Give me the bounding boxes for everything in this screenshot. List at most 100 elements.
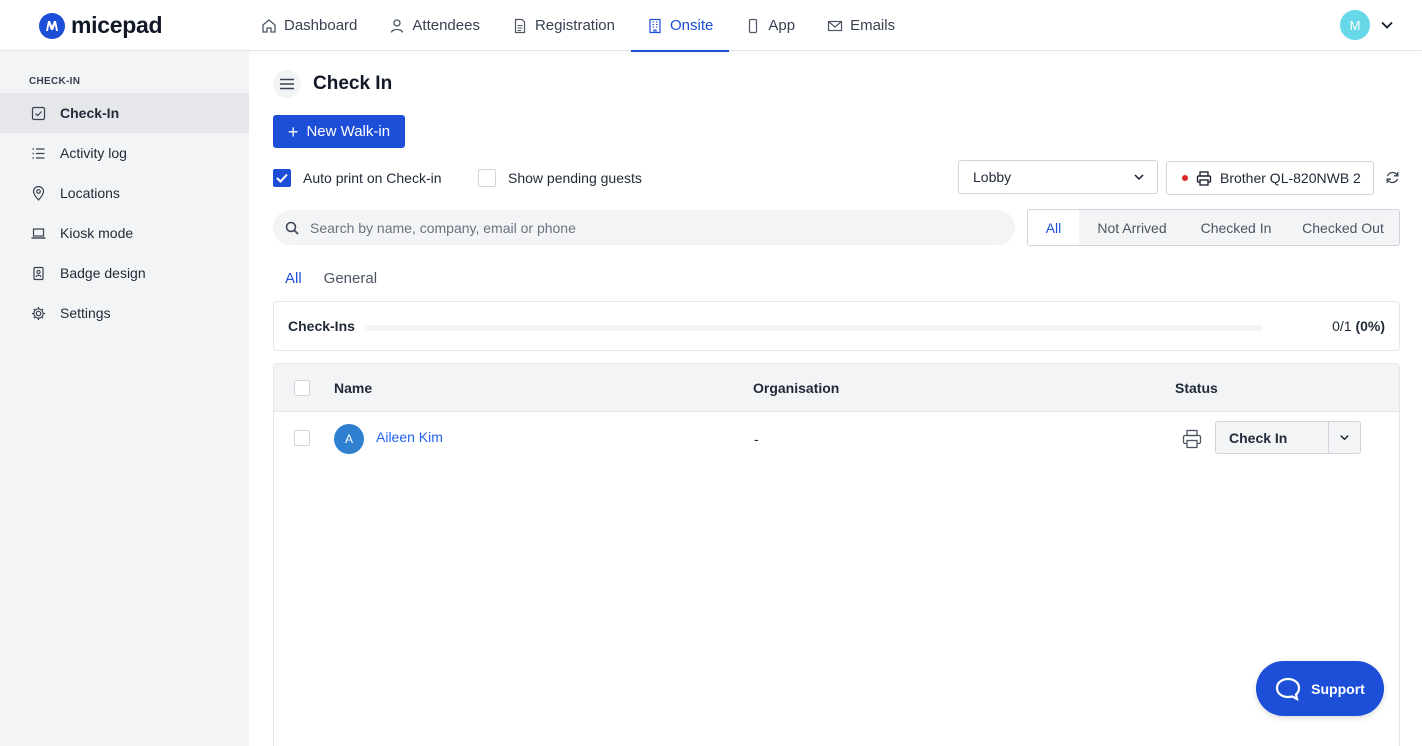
badge-icon	[33, 266, 44, 280]
auto-print-label: Auto print on Check-in	[303, 170, 442, 186]
nav-emails[interactable]: Emails	[811, 0, 911, 51]
nav-app-label: App	[768, 17, 796, 34]
select-all-checkbox[interactable]	[294, 380, 310, 396]
sidebar-item-badge-design[interactable]: Badge design	[0, 253, 249, 293]
chat-bubble-icon	[1276, 677, 1301, 701]
nav-attendees-label: Attendees	[412, 17, 480, 34]
sidebar-item-label: Badge design	[60, 265, 146, 281]
user-icon	[391, 18, 404, 33]
sidebar-item-label: Activity log	[60, 145, 127, 161]
check-in-split-button: Check In	[1215, 421, 1361, 454]
top-navbar: micepad Dashboard Attendees Registration…	[0, 0, 1422, 52]
nav-registration-label: Registration	[534, 17, 615, 34]
home-icon	[262, 18, 276, 33]
checkins-progress-card: Check-Ins 0/1 (0%)	[273, 301, 1400, 351]
nav-dashboard[interactable]: Dashboard	[245, 0, 373, 51]
check-in-dropdown-toggle[interactable]	[1329, 422, 1360, 453]
plus-icon: +	[287, 121, 299, 142]
nav-attendees[interactable]: Attendees	[373, 0, 496, 51]
auto-print-option[interactable]: Auto print on Check-in	[273, 169, 442, 187]
search-bar[interactable]	[273, 210, 1015, 245]
tab-general[interactable]: General	[324, 270, 377, 287]
check-icon	[276, 173, 288, 183]
progress-count-value: 0/1	[1332, 318, 1352, 334]
ticket-type-tabs: All General	[285, 270, 377, 287]
location-pin-icon	[32, 185, 45, 201]
list-icon	[32, 147, 45, 159]
attendee-organisation: -	[754, 431, 759, 447]
show-pending-label: Show pending guests	[508, 170, 642, 186]
nav-registration[interactable]: Registration	[496, 0, 631, 51]
progress-bar	[364, 325, 1262, 331]
user-avatar[interactable]: M	[1340, 10, 1370, 40]
progress-percent: (0%)	[1355, 318, 1385, 334]
tab-all[interactable]: All	[285, 270, 302, 287]
status-filter-group: All Not Arrived Checked In Checked Out	[1027, 209, 1400, 246]
sidebar-item-settings[interactable]: Settings	[0, 293, 249, 333]
sidebar-item-check-in[interactable]: Check-In	[0, 93, 249, 133]
phone-icon	[749, 18, 758, 33]
check-square-icon	[31, 106, 46, 120]
print-badge-icon[interactable]	[1182, 429, 1202, 449]
column-header-status[interactable]: Status	[1175, 380, 1218, 396]
progress-count: 0/1 (0%)	[1332, 318, 1385, 334]
attendee-name-link[interactable]: Aileen Kim	[376, 429, 443, 445]
sidebar-item-label: Kiosk mode	[60, 225, 134, 241]
column-header-organisation[interactable]: Organisation	[753, 380, 839, 396]
gear-icon	[32, 306, 45, 320]
location-select-value: Lobby	[973, 169, 1012, 185]
micepad-logo[interactable]: micepad	[39, 12, 163, 39]
menu-toggle-button[interactable]	[273, 70, 301, 98]
main-nav: Dashboard Attendees Registration Onsite …	[245, 0, 911, 52]
row-checkbox[interactable]	[294, 430, 310, 446]
page-title: Check In	[313, 73, 393, 94]
search-input[interactable]	[310, 219, 910, 236]
building-icon	[649, 18, 661, 33]
sidebar-item-label: Settings	[60, 305, 111, 321]
printer-label: Brother QL-820NWB 2	[1220, 170, 1361, 186]
nav-onsite[interactable]: Onsite	[631, 0, 730, 52]
hamburger-icon	[280, 78, 294, 90]
chevron-down-icon	[1134, 174, 1144, 181]
printer-icon	[1196, 170, 1212, 186]
sidebar-item-locations[interactable]: Locations	[0, 173, 249, 213]
filter-checked-in[interactable]: Checked In	[1185, 210, 1287, 245]
chevron-down-icon[interactable]	[1380, 18, 1394, 32]
nav-emails-label: Emails	[850, 17, 896, 34]
filter-all[interactable]: All	[1028, 210, 1079, 245]
refresh-icon[interactable]	[1385, 170, 1400, 185]
auto-print-checkbox[interactable]	[273, 169, 291, 187]
show-pending-checkbox[interactable]	[478, 169, 496, 187]
support-label: Support	[1311, 680, 1365, 697]
laptop-icon	[31, 227, 46, 239]
progress-label: Check-Ins	[288, 318, 355, 334]
document-icon	[514, 18, 526, 33]
column-header-name[interactable]: Name	[334, 380, 372, 396]
show-pending-option[interactable]: Show pending guests	[478, 169, 642, 187]
sidebar-item-label: Check-In	[60, 105, 120, 121]
printer-selector-button[interactable]: Brother QL-820NWB 2	[1166, 161, 1374, 195]
support-button[interactable]: Support	[1256, 661, 1384, 716]
sidebar: CHECK-IN Check-In Activity log Locations…	[0, 51, 249, 746]
new-walkin-label: New Walk-in	[306, 123, 391, 140]
sidebar-item-activity-log[interactable]: Activity log	[0, 133, 249, 173]
new-walkin-button[interactable]: + New Walk-in	[273, 115, 405, 148]
sidebar-item-kiosk-mode[interactable]: Kiosk mode	[0, 213, 249, 253]
printer-status-dot	[1182, 175, 1188, 181]
filter-checked-out[interactable]: Checked Out	[1287, 210, 1399, 245]
location-select[interactable]: Lobby	[958, 160, 1158, 194]
nav-onsite-label: Onsite	[670, 17, 714, 34]
mail-icon	[827, 20, 843, 31]
attendee-avatar: A	[334, 424, 364, 454]
micepad-logo-icon	[39, 12, 65, 39]
table-header: Name Organisation Status	[274, 364, 1399, 412]
filter-not-arrived[interactable]: Not Arrived	[1079, 210, 1185, 245]
attendee-table: Name Organisation Status A Aileen Kim - …	[273, 363, 1400, 746]
nav-dashboard-label: Dashboard	[284, 17, 358, 34]
logo-text: micepad	[71, 12, 163, 38]
search-icon	[285, 221, 299, 235]
check-in-button[interactable]: Check In	[1216, 422, 1329, 453]
chevron-down-icon	[1340, 435, 1349, 441]
sidebar-item-label: Locations	[60, 185, 120, 201]
nav-app[interactable]: App	[729, 0, 811, 51]
